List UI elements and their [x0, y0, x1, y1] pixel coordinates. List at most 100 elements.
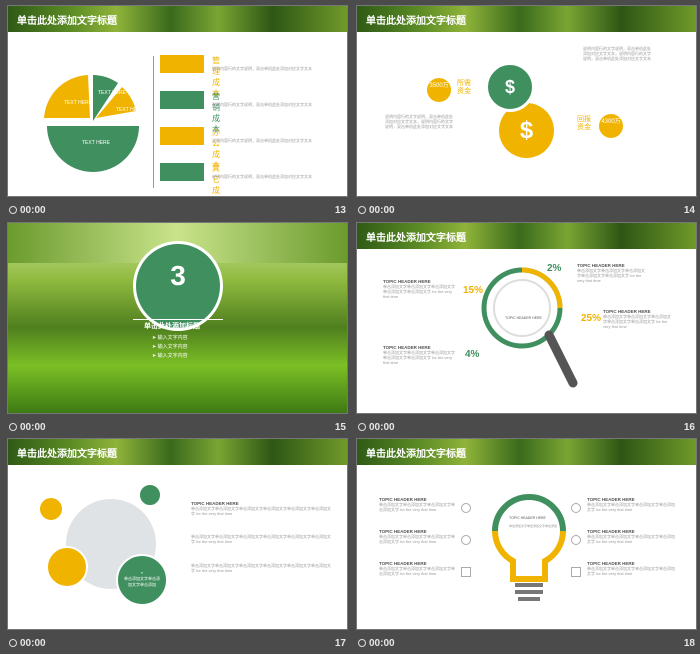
text-block: TOPIC HEADER HERE 单击添加文字单击添加文字单击添加文字单击添加文…	[191, 501, 331, 516]
clock-icon	[358, 206, 366, 214]
pie-label: TEXT HERE	[82, 140, 111, 146]
text-block-left: 说明内容行的文字说明，双击单机此处添加对应文字文本，说明内容行的文字说明，双击单…	[385, 114, 453, 129]
slide-canvas: 单击此处添加文字标题 TOPIC HEADER HERE 2% 15% 25% …	[356, 222, 697, 414]
cost-desc: 说明内容行的文字说明，双击单机此处添加对应文字文本	[212, 66, 312, 71]
text-block: TOPIC HEADER HERE 单击添加文字单击添加文字单击添加文字单击添加文…	[383, 345, 455, 365]
slide-thumb-17[interactable]: 单击此处添加文字标题 ⌕ 单击添加文字单击添加文字单击添加 TOPIC HEADE…	[7, 438, 348, 654]
bulb-heading: TOPIC HEADER HERE	[509, 516, 547, 520]
right-value-badge: 4300万	[599, 114, 623, 138]
slide-thumb-14[interactable]: 单击此处添加文字标题 $ $ 3500万 所需资金 4300万 回报资金 说明内…	[356, 5, 697, 221]
slide-canvas: 单击此处添加文字标题 $ $ 3500万 所需资金 4300万 回报资金 说明内…	[356, 5, 697, 197]
slide-thumb-13[interactable]: 单击此处添加文字标题 TEXT HERE TEXT HERE TEXT HERE…	[7, 5, 348, 221]
text-block: TOPIC HEADER HERE 单击添加文字单击添加文字单击添加文字单击添加文…	[603, 309, 671, 329]
section-circle: 3	[133, 241, 223, 331]
percent-label: 2%	[547, 263, 562, 274]
text-block: TOPIC HEADER HERE 单击添加文字单击添加文字单击添加文字单击添加文…	[379, 529, 455, 544]
search-icon: ⌕	[140, 570, 144, 575]
person-icon	[160, 55, 204, 73]
bag-icon	[160, 163, 204, 181]
slide-thumb-15[interactable]: 3 单击此处添加标题 ➤ 输入文字内容 ➤ 输入文字内容 ➤ 输入文字内容 00…	[7, 222, 348, 438]
slide-header: 单击此处添加文字标题	[357, 223, 696, 249]
slide-time: 00:00	[20, 205, 46, 216]
cost-label: 其它成本	[212, 164, 220, 195]
bullet-item: ➤ 输入文字内容	[152, 344, 188, 350]
cost-desc: 说明内容行的文字说明，双击单机此处添加对应文字文本	[212, 138, 312, 143]
slide-number: 18	[683, 638, 695, 649]
cost-desc: 说明内容行的文字说明，双击单机此处添加对应文字文本	[212, 102, 312, 107]
slide-canvas: 单击此处添加文字标题 TOPIC HEADER HERE 单击添加文字单击添加文…	[356, 438, 697, 630]
slide-footer: 00:00 18	[356, 632, 697, 654]
left-value-label: 所需资金	[457, 80, 471, 95]
divider-line	[153, 56, 154, 188]
text-block: 单击添加文字单击添加文字单击添加文字单击添加文字单击添加文字单击添加文字 for…	[191, 563, 331, 573]
slide-footer: 00:00 14	[356, 199, 697, 221]
bullet-list: ➤ 输入文字内容 ➤ 输入文字内容 ➤ 输入文字内容	[152, 334, 188, 361]
percent-label: 15%	[463, 285, 484, 296]
text-block: TOPIC HEADER HERE 单击添加文字单击添加文字单击添加文字单击添加文…	[587, 497, 675, 512]
slide-time: 00:00	[20, 638, 46, 649]
slide-canvas: 单击此处添加文字标题 TEXT HERE TEXT HERE TEXT HERE…	[7, 5, 348, 197]
pie-label: TEXT HERE	[64, 100, 93, 106]
slide-footer: 00:00 13	[7, 199, 348, 221]
text-block: TOPIC HEADER HERE 单击添加文字单击添加文字单击添加文字单击添加文…	[383, 279, 455, 299]
text-block: TOPIC HEADER HERE 单击添加文字单击添加文字单击添加文字单击添加文…	[587, 561, 675, 576]
slide-number: 14	[683, 205, 695, 216]
gear-icon	[571, 535, 581, 545]
slide-title: 单击此处添加文字标题	[366, 233, 466, 244]
slide-footer: 00:00 17	[7, 632, 348, 654]
bullet-item: ➤ 输入文字内容	[152, 353, 188, 359]
chat-circle	[46, 546, 88, 588]
section-title: 单击此处添加标题	[144, 323, 200, 330]
slide-number: 16	[683, 422, 695, 433]
slide-time: 00:00	[20, 422, 46, 433]
money-bag-circle: $	[485, 62, 535, 112]
magnifier-heading: TOPIC HEADER HERE	[505, 316, 543, 320]
right-value-label: 回报资金	[577, 116, 591, 131]
slide-time: 00:00	[369, 205, 395, 216]
money-bag-icon: $	[504, 77, 515, 97]
heart-icon	[38, 496, 64, 522]
slide-title: 单击此处添加文字标题	[17, 16, 117, 27]
slide-thumb-18[interactable]: 单击此处添加文字标题 TOPIC HEADER HERE 单击添加文字单击添加文…	[356, 438, 697, 654]
section-number: 3	[170, 260, 186, 291]
slide-number: 13	[334, 205, 346, 216]
slide-header: 单击此处添加文字标题	[357, 6, 696, 32]
percent-label: 25%	[581, 313, 602, 324]
bulb-text: 单击添加文字单击添加文字单击添加	[509, 523, 557, 528]
slide-number: 15	[334, 422, 346, 433]
cost-desc: 说明内容行的文字说明，双击单机此处添加对应文字文本	[212, 174, 312, 179]
network-icon	[160, 91, 204, 109]
percent-label: 4%	[465, 349, 480, 360]
clock-icon	[358, 423, 366, 431]
slide-thumb-16[interactable]: 单击此处添加文字标题 TOPIC HEADER HERE 2% 15% 25% …	[356, 222, 697, 438]
pencil-icon	[461, 503, 471, 513]
divider-line	[133, 319, 223, 320]
bag-icon	[461, 567, 471, 577]
slide-time: 00:00	[369, 638, 395, 649]
clock-icon	[9, 423, 17, 431]
clock-icon	[358, 639, 366, 647]
lightbulb-graphic: TOPIC HEADER HERE 单击添加文字单击添加文字单击添加	[492, 494, 566, 601]
text-block: TOPIC HEADER HERE 单击添加文字单击添加文字单击添加文字单击添加文…	[379, 497, 455, 512]
slide-title: 单击此处添加文字标题	[17, 449, 117, 460]
slide-footer: 00:00 15	[7, 416, 348, 438]
text-block-top: 说明内容行的文字说明，双击单机此处添加对应文字文本，说明内容行的文字说明，双击单…	[583, 46, 651, 61]
calendar-icon	[571, 567, 581, 577]
tools-icon	[138, 483, 162, 507]
text-block: TOPIC HEADER HERE 单击添加文字单击添加文字单击添加文字单击添加文…	[587, 529, 675, 544]
user-icon	[571, 503, 581, 513]
text-block: TOPIC HEADER HERE 单击添加文字单击添加文字单击添加文字单击添加文…	[577, 263, 645, 283]
bullet-item: ➤ 输入文字内容	[152, 335, 188, 341]
clock-icon	[9, 206, 17, 214]
slide-footer: 00:00 16	[356, 416, 697, 438]
slide-title: 单击此处添加文字标题	[366, 16, 466, 27]
slide-title: 单击此处添加文字标题	[366, 449, 466, 460]
left-value-badge: 3500万	[427, 78, 451, 102]
slide-number: 17	[334, 638, 346, 649]
money-icon	[160, 127, 204, 145]
pie-chart: TEXT HERE TEXT HERE TEXT HERE TEXT HERE	[44, 75, 145, 172]
magnifier-chart: TOPIC HEADER HERE	[481, 267, 578, 388]
pie-label: TEXT HERE	[98, 90, 127, 96]
slide-time: 00:00	[369, 422, 395, 433]
slide-canvas: 单击此处添加文字标题 ⌕ 单击添加文字单击添加文字单击添加 TOPIC HEADE…	[7, 438, 348, 630]
